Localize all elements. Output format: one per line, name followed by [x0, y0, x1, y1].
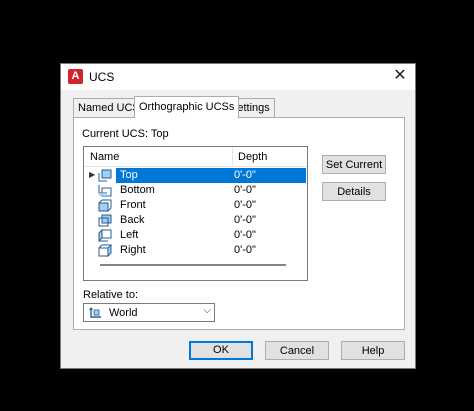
chevron-down-icon: ⌵ [203, 305, 211, 316]
relative-to-dropdown[interactable]: World ⌵ [83, 303, 215, 322]
row-depth: 0'-0" [234, 184, 256, 196]
ucs-bottom-icon [98, 185, 112, 197]
ucs-dialog: A UCS ✕ Named UCSs Orthographic UCSs Set… [60, 63, 416, 369]
list-item[interactable]: Bottom 0'-0" [84, 183, 307, 198]
list-item[interactable]: Back 0'-0" [84, 213, 307, 228]
row-name: Front [120, 199, 146, 211]
ucs-right-icon [98, 244, 112, 257]
row-depth: 0'-0" [234, 169, 256, 181]
autocad-logo-icon: A [68, 69, 83, 84]
row-name: Left [120, 229, 139, 241]
row-depth: 0'-0" [234, 199, 256, 211]
set-current-button[interactable]: Set Current [322, 155, 386, 174]
row-depth: 0'-0" [234, 229, 256, 241]
row-name: Bottom [120, 184, 155, 196]
row-name: Right [120, 244, 146, 256]
selection-highlight [116, 168, 306, 183]
column-header-name[interactable]: Name [90, 151, 119, 163]
row-depth: 0'-0" [234, 214, 256, 226]
column-divider[interactable] [232, 147, 233, 166]
cancel-button[interactable]: Cancel [265, 341, 329, 360]
close-icon[interactable]: ✕ [391, 67, 409, 85]
horizontal-scrollbar[interactable] [100, 264, 286, 266]
row-name: Back [120, 214, 145, 226]
relative-to-label: Relative to: [83, 289, 139, 301]
details-button[interactable]: Details [322, 182, 386, 201]
ok-button[interactable]: OK [189, 341, 253, 360]
list-item[interactable]: Right 0'-0" [84, 243, 307, 258]
row-depth: 0'-0" [234, 244, 256, 256]
title-bar: A UCS ✕ [61, 64, 415, 90]
row-name: Top [120, 169, 138, 181]
current-ucs-label: Current UCS: Top [82, 128, 169, 140]
tab-panel: Current UCS: Top Name Depth ▶ Top 0'-0" [73, 117, 405, 330]
column-header-depth[interactable]: Depth [238, 151, 267, 163]
dialog-title: UCS [89, 70, 115, 84]
relative-to-value: World [109, 307, 138, 319]
help-button[interactable]: Help [341, 341, 405, 360]
list-item[interactable]: Front 0'-0" [84, 198, 307, 213]
tab-orthographic-ucss[interactable]: Orthographic UCSs [134, 96, 240, 118]
ucs-front-icon [98, 199, 112, 212]
list-header: Name Depth [84, 147, 307, 167]
ucs-list[interactable]: Name Depth ▶ Top 0'-0" Bottom 0'-0" Fron… [83, 146, 308, 281]
current-marker-icon: ▶ [89, 170, 96, 179]
list-item[interactable]: Left 0'-0" [84, 228, 307, 243]
ucs-left-icon [98, 229, 112, 242]
list-item[interactable]: ▶ Top 0'-0" [84, 168, 307, 183]
ucs-top-icon [98, 169, 112, 182]
world-ucs-icon [89, 307, 101, 318]
ucs-back-icon [98, 214, 112, 227]
